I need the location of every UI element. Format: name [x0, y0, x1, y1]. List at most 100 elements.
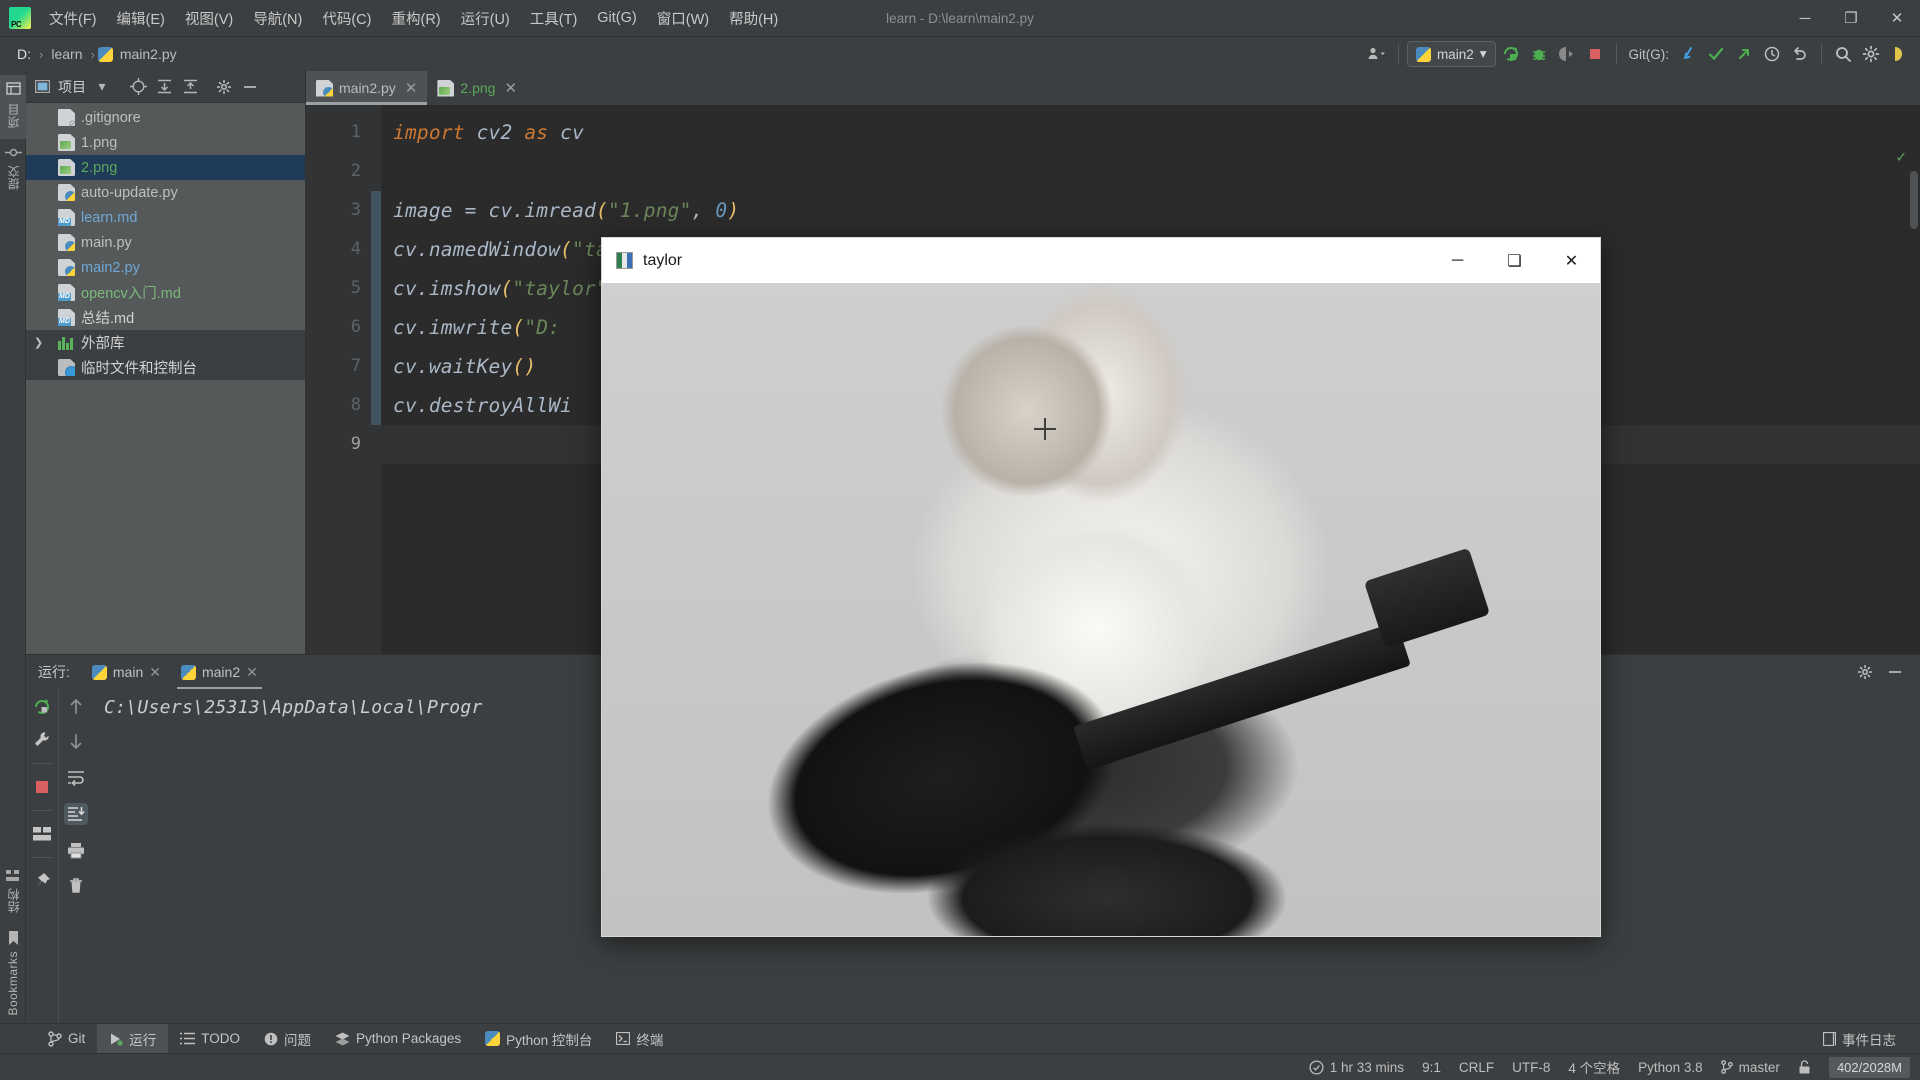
- close-icon[interactable]: ✕: [405, 79, 418, 97]
- lock-icon[interactable]: [1798, 1060, 1811, 1075]
- chevron-down-icon[interactable]: ▾: [92, 77, 112, 97]
- menu-refactor[interactable]: 重构(R): [381, 4, 450, 33]
- rerun-icon[interactable]: [30, 695, 54, 717]
- tool-terminal[interactable]: 终端: [604, 1024, 675, 1054]
- inspection-status-icon[interactable]: ✓: [1896, 147, 1906, 166]
- cv-close-button[interactable]: ✕: [1543, 238, 1600, 283]
- expand-all-icon[interactable]: [154, 77, 174, 97]
- tree-item-scratches[interactable]: 临时文件和控制台: [26, 355, 305, 380]
- ai-assistant-icon[interactable]: [1886, 41, 1912, 67]
- search-icon[interactable]: [1830, 41, 1856, 67]
- menu-file[interactable]: 文件(F): [39, 4, 107, 33]
- cv-minimize-button[interactable]: ─: [1429, 238, 1486, 283]
- toolstrip-bookmarks[interactable]: Bookmarks: [0, 924, 26, 1027]
- cv-maximize-button[interactable]: ❑: [1486, 238, 1543, 283]
- collapse-all-icon[interactable]: [180, 77, 200, 97]
- history-icon[interactable]: [1759, 41, 1785, 67]
- run-configuration-selector[interactable]: main2 ▾: [1407, 41, 1496, 67]
- status-encoding[interactable]: UTF-8: [1512, 1060, 1550, 1075]
- status-time-tracking[interactable]: 1 hr 33 mins: [1330, 1060, 1404, 1075]
- tree-item-2png[interactable]: 2.png: [26, 155, 305, 180]
- menu-run[interactable]: 运行(U): [451, 4, 520, 33]
- close-icon[interactable]: ✕: [246, 664, 258, 681]
- soft-wrap-icon[interactable]: [64, 767, 88, 789]
- menu-tools[interactable]: 工具(T): [520, 4, 588, 33]
- layout-icon[interactable]: [30, 823, 54, 845]
- git-commit-icon[interactable]: [1703, 41, 1729, 67]
- python-file-icon: [58, 259, 75, 276]
- scroll-to-end-icon[interactable]: [64, 803, 88, 825]
- tab-2-png[interactable]: 2.png ✕: [427, 71, 527, 105]
- close-icon[interactable]: ✕: [504, 79, 517, 97]
- menu-view[interactable]: 视图(V): [175, 4, 243, 33]
- tool-run[interactable]: 运行: [97, 1024, 168, 1054]
- tool-python-packages[interactable]: Python Packages: [323, 1024, 473, 1054]
- toolstrip-commit[interactable]: 提交: [0, 139, 26, 201]
- window-minimize-button[interactable]: ─: [1782, 0, 1828, 37]
- status-line-separator[interactable]: CRLF: [1459, 1060, 1494, 1075]
- run-tab-main[interactable]: main ✕: [84, 660, 169, 685]
- wrench-icon[interactable]: [30, 729, 54, 751]
- breadcrumb-project[interactable]: learn: [46, 44, 87, 64]
- debug-icon[interactable]: [1526, 41, 1552, 67]
- tree-item-auto-update[interactable]: auto-update.py: [26, 180, 305, 205]
- status-caret-position[interactable]: 9:1: [1422, 1060, 1441, 1075]
- tool-event-log[interactable]: 事件日志: [1811, 1024, 1908, 1054]
- status-indent[interactable]: 4 个空格: [1568, 1057, 1620, 1077]
- pin-icon[interactable]: [30, 870, 54, 892]
- tree-item-external-libraries[interactable]: ❯ 外部库: [26, 330, 305, 355]
- hide-icon[interactable]: [240, 77, 260, 97]
- menu-git[interactable]: Git(G): [587, 6, 646, 30]
- hide-icon[interactable]: [1882, 659, 1908, 685]
- tree-item-gitignore[interactable]: .gitignore: [26, 105, 305, 130]
- status-memory-indicator[interactable]: 402/2028M: [1829, 1057, 1910, 1078]
- tool-todo[interactable]: TODO: [168, 1024, 252, 1054]
- tree-item-opencv-md[interactable]: MD opencv入门.md: [26, 280, 305, 305]
- menu-edit[interactable]: 编辑(E): [107, 4, 175, 33]
- git-update-icon[interactable]: [1675, 41, 1701, 67]
- run-icon[interactable]: [1498, 41, 1524, 67]
- tree-item-1png[interactable]: 1.png: [26, 130, 305, 155]
- undo-icon[interactable]: [1787, 41, 1813, 67]
- breadcrumb-file[interactable]: main2.py: [115, 44, 182, 64]
- editor-scrollbar[interactable]: [1910, 171, 1918, 229]
- stop-icon[interactable]: [30, 776, 54, 798]
- menu-navigate[interactable]: 导航(N): [243, 4, 312, 33]
- coverage-icon[interactable]: [1554, 41, 1580, 67]
- cv-image-canvas[interactable]: [602, 283, 1600, 936]
- window-close-button[interactable]: ✕: [1874, 0, 1920, 37]
- user-switch-icon[interactable]: [1364, 41, 1390, 67]
- tree-item-main-py[interactable]: main.py: [26, 230, 305, 255]
- project-tree[interactable]: .gitignore 1.png 2.png auto-update.py MD…: [26, 103, 305, 654]
- gear-icon[interactable]: [1852, 659, 1878, 685]
- arrow-down-icon[interactable]: [64, 731, 88, 753]
- breadcrumb-drive[interactable]: D:: [12, 44, 36, 64]
- status-interpreter[interactable]: Python 3.8: [1638, 1060, 1703, 1075]
- gear-icon[interactable]: [214, 77, 234, 97]
- trash-icon[interactable]: [64, 875, 88, 897]
- run-tab-main2[interactable]: main2 ✕: [173, 660, 266, 685]
- arrow-up-icon[interactable]: [64, 695, 88, 717]
- tool-git[interactable]: Git: [36, 1024, 97, 1054]
- stop-icon[interactable]: [1582, 41, 1608, 67]
- opencv-image-window[interactable]: taylor ─ ❑ ✕: [601, 237, 1601, 937]
- tree-item-learn-md[interactable]: MD learn.md: [26, 205, 305, 230]
- locate-icon[interactable]: [128, 77, 148, 97]
- toolstrip-project[interactable]: 项目: [0, 75, 26, 139]
- git-push-icon[interactable]: [1731, 41, 1757, 67]
- window-maximize-button[interactable]: ❐: [1828, 0, 1874, 37]
- chevron-right-icon[interactable]: ❯: [34, 336, 43, 349]
- tool-problems[interactable]: 问题: [252, 1024, 323, 1054]
- menu-help[interactable]: 帮助(H): [719, 4, 788, 33]
- tab-main2-py[interactable]: main2.py ✕: [306, 71, 427, 105]
- print-icon[interactable]: [64, 839, 88, 861]
- tree-item-main2-py[interactable]: main2.py: [26, 255, 305, 280]
- tree-item-summary-md[interactable]: MD 总结.md: [26, 305, 305, 330]
- menu-code[interactable]: 代码(C): [312, 4, 381, 33]
- status-branch[interactable]: master: [1739, 1060, 1780, 1075]
- settings-icon[interactable]: [1858, 41, 1884, 67]
- toolstrip-structure[interactable]: 结构: [0, 863, 26, 924]
- menu-window[interactable]: 窗口(W): [647, 4, 719, 33]
- close-icon[interactable]: ✕: [149, 664, 161, 681]
- tool-python-console[interactable]: Python 控制台: [473, 1024, 604, 1054]
